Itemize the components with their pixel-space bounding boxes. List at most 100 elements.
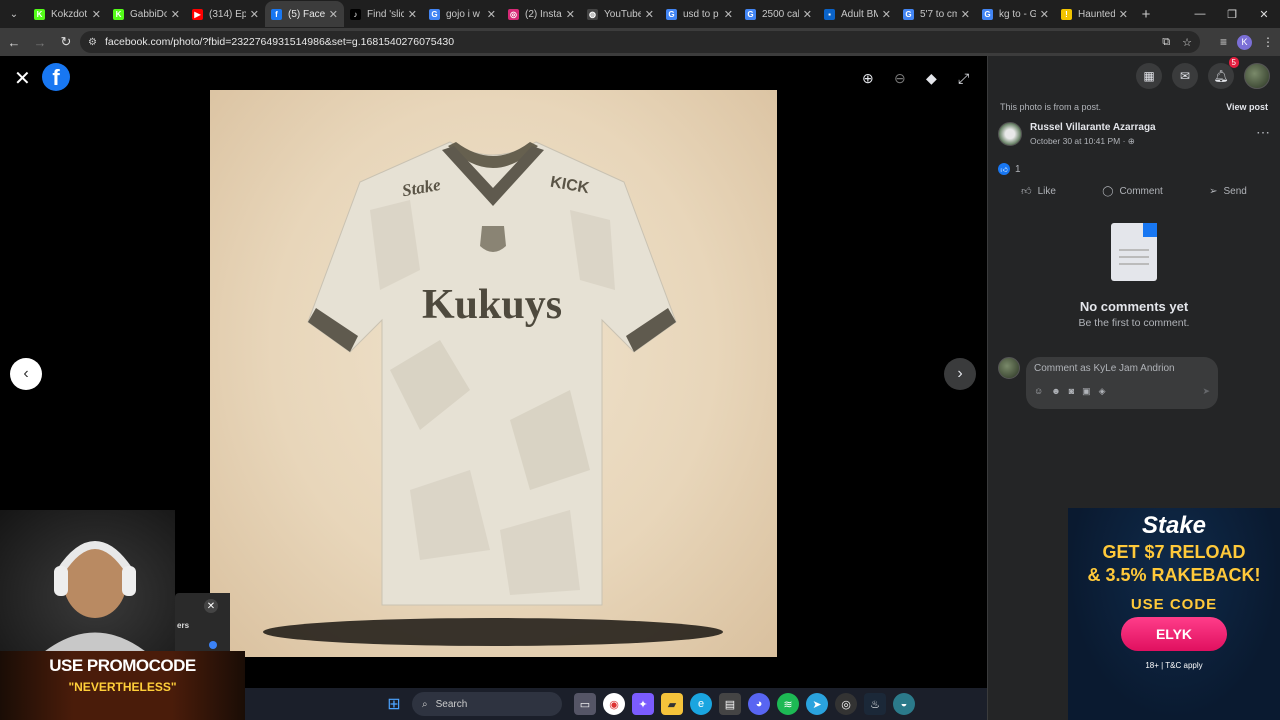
spotify-icon[interactable]: ≋	[777, 693, 799, 715]
url-text[interactable]: facebook.com/photo/?fbid=232276493151498…	[105, 36, 454, 48]
send-button[interactable]: ➢ Send	[1209, 185, 1247, 197]
chrome-menu-icon[interactable]: ⋮	[1262, 35, 1274, 49]
app-icon[interactable]: ◒	[893, 693, 915, 715]
browser-tab[interactable]: K GabbiDo ✕	[107, 1, 186, 27]
thumbs-up-icon: 👍︎	[1021, 186, 1032, 197]
comment-button[interactable]: ◯ Comment	[1102, 185, 1163, 197]
tab-favicon-icon: ▶	[192, 8, 203, 20]
forward-button[interactable]: →	[28, 30, 52, 54]
discord-icon[interactable]: ◕	[748, 693, 770, 715]
chrome-taskbar-icon[interactable]: ◉	[603, 693, 625, 715]
like-button[interactable]: 👍︎ Like	[1021, 185, 1056, 198]
notification-badge: 5	[1228, 57, 1239, 68]
tab-search-button[interactable]: ⌄	[0, 0, 28, 28]
avatar-sticker-icon[interactable]: ☺	[1034, 386, 1043, 397]
restore-button[interactable]: ❐	[1216, 0, 1248, 28]
view-post-link[interactable]: View post	[1226, 102, 1268, 112]
send-comment-icon[interactable]: ➤	[1202, 386, 1210, 397]
windows-start-icon[interactable]: ⊞	[383, 693, 405, 715]
gif-icon[interactable]: ▣	[1082, 386, 1091, 397]
site-info-icon[interactable]: ⚙	[88, 37, 97, 48]
account-avatar[interactable]	[1244, 63, 1270, 89]
tab-close-icon[interactable]: ✕	[487, 8, 496, 21]
telegram-icon[interactable]: ➤	[806, 693, 828, 715]
tab-close-icon[interactable]: ✕	[171, 8, 180, 21]
previous-photo-button[interactable]: ‹	[10, 358, 42, 390]
tab-favicon-icon: ◍	[587, 8, 598, 20]
tab-close-icon[interactable]: ✕	[724, 8, 733, 21]
browser-tab[interactable]: G 5'7 to cm ✕	[897, 1, 976, 27]
tab-close-icon[interactable]: ✕	[803, 8, 812, 21]
tab-close-icon[interactable]: ✕	[882, 8, 891, 21]
tab-close-icon[interactable]: ✕	[1040, 8, 1049, 21]
store-icon[interactable]: ▤	[719, 693, 741, 715]
close-window-button[interactable]: ✕	[1248, 0, 1280, 28]
tab-close-icon[interactable]: ✕	[1119, 8, 1128, 21]
browser-tab[interactable]: ! Haunted ✕	[1055, 1, 1134, 27]
tab-list: KKokzdot✕KGabbiDo✕▶(314) Ep✕f(5) Faceb✕♪…	[28, 1, 1134, 27]
tab-favicon-icon: ▪	[824, 8, 835, 20]
jersey-photo: Stake KICK Kukuys	[210, 90, 777, 657]
post-date[interactable]: October 30 at 10:41 PM · ⊕	[1030, 136, 1156, 147]
tab-close-icon[interactable]: ✕	[566, 8, 575, 21]
tab-close-icon[interactable]: ✕	[329, 8, 338, 21]
tab-close-icon[interactable]: ✕	[250, 8, 259, 21]
emoji-icon[interactable]: ☻	[1051, 386, 1060, 397]
zoom-out-icon[interactable]: ⊖	[894, 70, 906, 87]
browser-tab[interactable]: f (5) Faceb ✕	[265, 1, 344, 27]
file-explorer-icon[interactable]: ▰	[661, 693, 683, 715]
browser-tab[interactable]: K Kokzdot ✕	[28, 1, 107, 27]
popup-close-icon[interactable]: ✕	[204, 599, 218, 613]
sticker-icon[interactable]: ◈	[1099, 386, 1106, 397]
post-author-row: Russel Villarante Azarraga October 30 at…	[988, 118, 1280, 151]
taskbar-search[interactable]: ⌕ Search	[412, 692, 562, 716]
camera-icon[interactable]: ◙	[1069, 386, 1074, 397]
profile-avatar[interactable]: K	[1237, 34, 1252, 50]
minimize-button[interactable]: —	[1184, 0, 1216, 28]
stake-ad: Stake GET $7 RELOAD & 3.5% RAKEBACK! USE…	[1068, 508, 1280, 720]
reading-list-icon[interactable]: ≡	[1220, 35, 1227, 49]
author-avatar[interactable]	[998, 122, 1022, 146]
more-options-icon[interactable]: ⋯	[1256, 124, 1270, 141]
steam-icon[interactable]: ♨	[864, 693, 886, 715]
task-view-icon[interactable]: ▭	[574, 693, 596, 715]
tag-icon[interactable]: ◆	[926, 70, 937, 87]
browser-tab[interactable]: ◍ YouTube ✕	[581, 1, 660, 27]
tab-close-icon[interactable]: ✕	[92, 8, 101, 21]
new-tab-button[interactable]: +	[1134, 6, 1158, 23]
edge-icon[interactable]: e	[690, 693, 712, 715]
back-button[interactable]: ←	[2, 30, 26, 54]
menu-grid-icon[interactable]: ▦	[1136, 63, 1162, 89]
fullscreen-icon[interactable]: ⤢	[958, 70, 969, 87]
tab-close-icon[interactable]: ✕	[408, 8, 417, 21]
browser-tab[interactable]: Gkg to - G ✕	[976, 1, 1055, 27]
omnibox[interactable]: ⚙ facebook.com/photo/?fbid=2322764931514…	[80, 31, 1200, 53]
author-name[interactable]: Russel Villarante Azarraga	[1030, 122, 1156, 133]
close-viewer-icon[interactable]: ✕	[14, 66, 31, 91]
messenger-icon[interactable]: ✉	[1172, 63, 1198, 89]
comment-placeholder[interactable]: Comment as KyLe Jam Andrion	[1034, 363, 1210, 374]
bookmark-star-icon[interactable]: ☆	[1182, 36, 1192, 49]
comment-input[interactable]: Comment as KyLe Jam Andrion ☺ ☻ ◙ ▣ ◈ ➤	[1026, 357, 1218, 409]
tab-label: Adult BM	[841, 8, 878, 20]
browser-tab[interactable]: ♪ Find 'slic ✕	[344, 1, 423, 27]
facebook-logo-icon[interactable]: f	[42, 63, 70, 91]
browser-tab[interactable]: ▶ (314) Ep ✕	[186, 1, 265, 27]
next-photo-button[interactable]: ›	[944, 358, 976, 390]
copilot-icon[interactable]: ✦	[632, 693, 654, 715]
browser-tab[interactable]: G 2500 cal ✕	[739, 1, 818, 27]
tab-favicon-icon: f	[271, 8, 282, 20]
browser-tab[interactable]: ◎ (2) Insta ✕	[502, 1, 581, 27]
tab-label: (5) Faceb	[288, 8, 325, 20]
tab-close-icon[interactable]: ✕	[645, 8, 654, 21]
tab-close-icon[interactable]: ✕	[961, 8, 970, 21]
browser-tab[interactable]: Gusd to p ✕	[660, 1, 739, 27]
notifications-bell-icon[interactable]: 🔔︎ 5	[1208, 57, 1239, 89]
install-app-icon[interactable]: ⧉	[1162, 36, 1170, 49]
reload-button[interactable]: ↻	[54, 30, 78, 54]
browser-tab[interactable]: Ggojo i w ✕	[423, 1, 502, 27]
obs-icon[interactable]: ◎	[835, 693, 857, 715]
zoom-in-icon[interactable]: ⊕	[862, 70, 874, 87]
browser-tab[interactable]: ▪ Adult BM ✕	[818, 1, 897, 27]
reactions-row[interactable]: 👍︎ 1	[988, 151, 1280, 179]
